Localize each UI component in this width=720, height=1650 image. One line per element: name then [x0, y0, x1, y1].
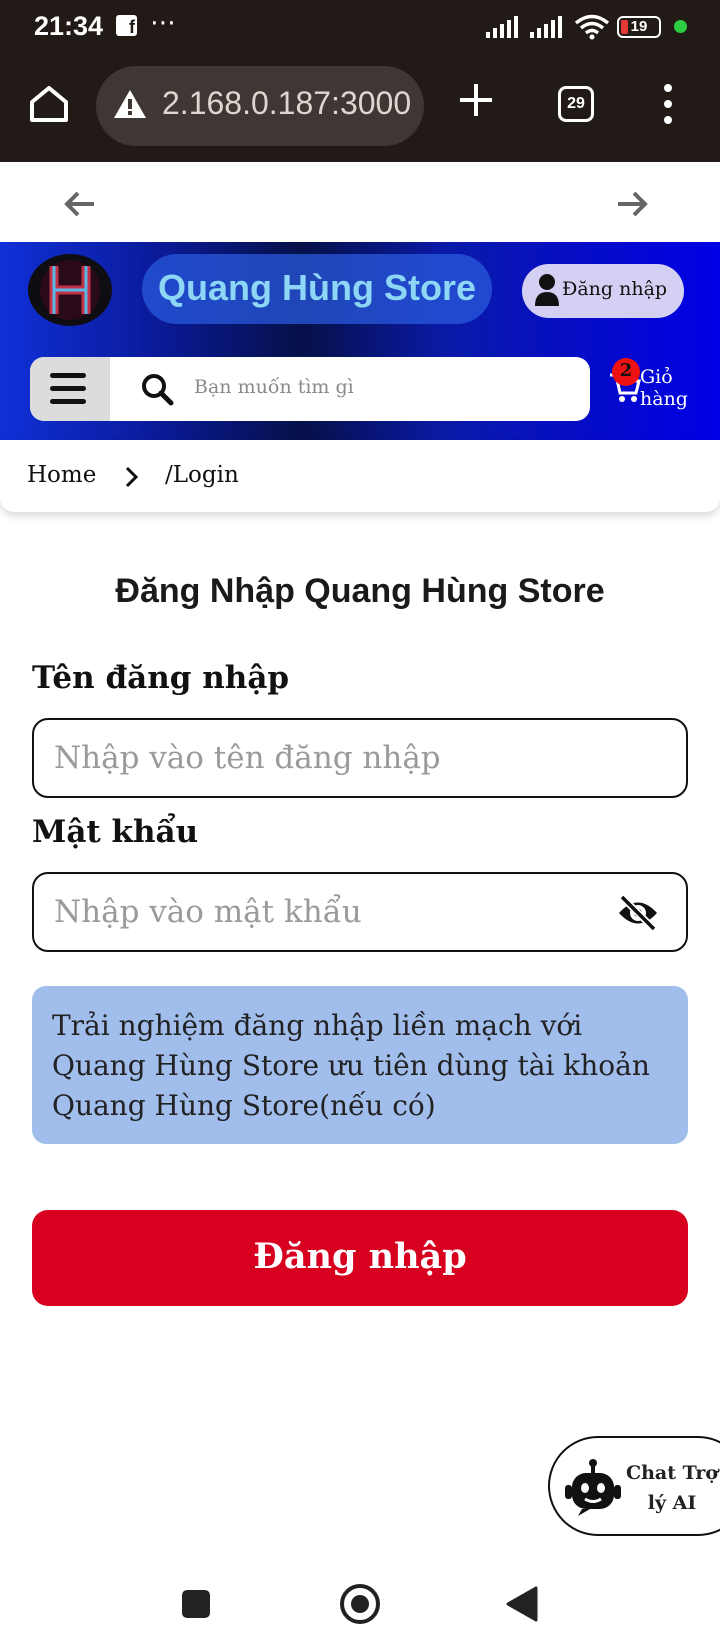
- header-login-button[interactable]: Đăng nhập: [522, 264, 684, 318]
- battery-level: 19: [630, 18, 648, 35]
- user-icon: [535, 274, 559, 306]
- chat-ai-button[interactable]: Chat Trợ lý AI: [548, 1436, 720, 1536]
- chat-ai-label: Chat Trợ lý AI: [625, 1462, 719, 1514]
- login-submit-button[interactable]: Đăng nhập: [32, 1210, 688, 1306]
- header-login-label: Đăng nhập: [562, 278, 668, 300]
- facebook-icon: f: [116, 15, 137, 37]
- search-bar[interactable]: Bạn muốn tìm gì: [30, 357, 590, 421]
- wifi-icon: [574, 14, 610, 40]
- carousel-nav: [0, 162, 720, 242]
- username-field[interactable]: Nhập vào tên đăng nhập: [32, 718, 688, 798]
- breadcrumb-current: /Login: [165, 462, 239, 488]
- recent-apps-icon[interactable]: [182, 1590, 210, 1618]
- system-nav-bar: [0, 1566, 720, 1650]
- battery-icon: 19: [617, 16, 661, 38]
- more-menu-icon[interactable]: [664, 84, 672, 132]
- more-notifications-icon: ⋯: [150, 8, 177, 38]
- password-label: Mật khẩu: [32, 814, 199, 850]
- cart-button[interactable]: 2 Giỏ hàng: [606, 358, 716, 418]
- cart-label: Giỏ hàng: [640, 366, 688, 410]
- arrow-left-icon[interactable]: [64, 190, 96, 218]
- password-field[interactable]: Nhập vào mật khẩu: [32, 872, 688, 952]
- chevron-right-icon: [125, 466, 139, 488]
- hamburger-menu-icon[interactable]: [30, 357, 110, 421]
- site-header: Quang Hùng Store Đăng nhập Bạn muốn tìm …: [0, 242, 720, 440]
- home-icon[interactable]: [28, 84, 70, 124]
- status-indicator-dot: [674, 20, 687, 33]
- page-title: Đăng Nhập Quang Hùng Store: [115, 572, 605, 610]
- cart-count-badge: 2: [612, 358, 640, 386]
- tab-switcher-button[interactable]: 29: [558, 86, 594, 122]
- status-bar: 21:34 f ⋯ 19: [0, 0, 720, 56]
- eye-slash-icon[interactable]: [616, 894, 660, 932]
- back-icon[interactable]: [506, 1586, 538, 1622]
- breadcrumb: Home /Login: [0, 440, 720, 512]
- warning-icon[interactable]: [112, 88, 148, 120]
- arrow-right-icon[interactable]: [616, 190, 648, 218]
- search-icon[interactable]: [140, 372, 174, 406]
- username-placeholder[interactable]: Nhập vào tên đăng nhập: [54, 740, 441, 776]
- browser-toolbar: 2.168.0.187:3000 29: [0, 56, 720, 162]
- store-name-button[interactable]: Quang Hùng Store: [142, 254, 492, 324]
- breadcrumb-home-link[interactable]: Home: [27, 462, 96, 488]
- password-placeholder[interactable]: Nhập vào mật khẩu: [54, 894, 362, 930]
- status-time: 21:34: [34, 11, 104, 41]
- address-bar[interactable]: 2.168.0.187:3000: [96, 66, 424, 146]
- login-info-text: Trải nghiệm đăng nhập liền mạch với Quan…: [52, 1009, 650, 1122]
- store-logo[interactable]: [28, 254, 112, 326]
- home-button-icon[interactable]: [340, 1584, 380, 1624]
- username-label: Tên đăng nhập: [32, 660, 290, 696]
- robot-icon: [565, 1459, 621, 1516]
- login-info-box: Trải nghiệm đăng nhập liền mạch với Quan…: [32, 986, 688, 1144]
- signal-icon: [486, 16, 518, 38]
- url-text[interactable]: 2.168.0.187:3000: [162, 85, 411, 122]
- signal-icon-2: [530, 16, 562, 38]
- search-input[interactable]: Bạn muốn tìm gì: [194, 376, 354, 398]
- new-tab-icon[interactable]: [456, 80, 496, 120]
